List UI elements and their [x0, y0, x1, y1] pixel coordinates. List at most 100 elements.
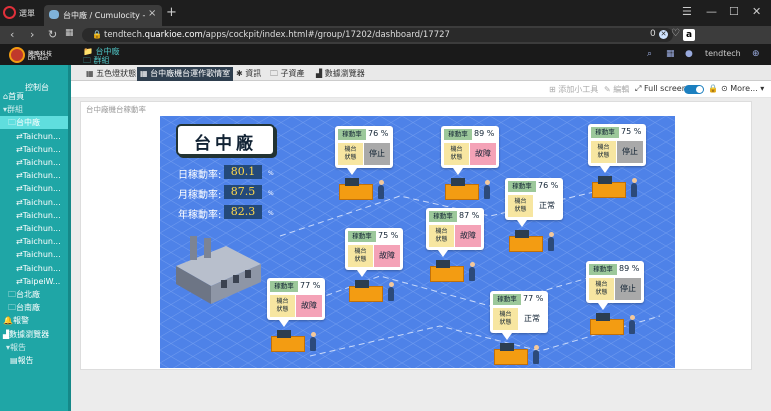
machine-body — [494, 349, 528, 365]
sidebar-item-12[interactable]: ⇄Taichun... — [0, 248, 71, 261]
sidebar-item-5[interactable]: ⇄Taichun... — [0, 156, 71, 169]
more-button[interactable]: ⊙ More... ▾ — [721, 84, 764, 93]
sidebar-item-18[interactable]: ▟數據瀏覽器 — [0, 328, 71, 341]
plant-name: 台中廠 — [194, 134, 257, 154]
tab-close-icon[interactable]: × — [148, 8, 156, 19]
heart-icon[interactable]: ♡ — [671, 28, 680, 39]
card-pointer — [453, 168, 463, 175]
browser-menu-label[interactable]: 選單 — [19, 8, 35, 19]
status-label: 機台 狀態 — [270, 295, 295, 317]
sidebar-item-label: 群組 — [7, 105, 24, 115]
machine-card[interactable]: 稼動率 87 % 機台 狀態 故障 — [426, 208, 484, 250]
grid-icon: ▦ — [86, 69, 97, 78]
card-pointer — [502, 333, 512, 340]
machine-card[interactable]: 稼動率 75 % 機台 狀態 停止 — [588, 124, 646, 166]
add-widget-button[interactable]: ⊞ 添加小工具 — [549, 84, 598, 95]
minimize-icon[interactable]: — — [706, 5, 717, 18]
username[interactable]: tendtech — [705, 49, 741, 58]
sidebar-item-1[interactable]: ▾群組 — [0, 103, 71, 116]
machine-card[interactable]: 稼動率 75 % 機台 狀態 故障 — [345, 228, 403, 270]
sidebar-item-label: Taichun... — [22, 144, 61, 154]
fullscreen-button[interactable]: ⤢ Full screen — [635, 84, 687, 94]
worker-icon — [548, 237, 554, 251]
machine-rate: 76 % — [538, 181, 559, 190]
sidebar-item-label: 報警 — [12, 316, 29, 326]
sidebar-item-15[interactable]: 🗀台北廠 — [0, 288, 71, 301]
card-header: 稼動率 — [429, 211, 457, 222]
help-icon[interactable]: ⊕ — [752, 49, 760, 59]
tab-data-explorer[interactable]: ▟ 數據瀏覽器 — [313, 67, 368, 81]
card-header: 稼動率 — [589, 264, 617, 275]
tab-status-lights[interactable]: ▦ 五色燈狀態 — [83, 67, 139, 81]
opera-logo-icon[interactable] — [3, 6, 16, 19]
sidebar-item-13[interactable]: ⇄Taichun... — [0, 262, 71, 275]
machine-card[interactable]: 稼動率 76 % 機台 狀態 停止 — [335, 126, 393, 168]
sidebar-item-3[interactable]: ⇄Taichun... — [0, 130, 71, 143]
dashboard-tab-strip: ▦ 五色燈狀態 ▦ 台中廠機台運作歌情室 ✱ 資訊 🗀 子資產 ▟ 數據瀏覽器 — [71, 65, 771, 81]
grid-icon: ▦ — [140, 69, 151, 78]
machine-body — [509, 236, 543, 252]
status-label: 機台 狀態 — [429, 225, 454, 247]
window-close-icon[interactable]: ✕ — [752, 5, 761, 18]
search-icon[interactable]: ⌕ — [647, 49, 652, 59]
back-icon[interactable]: ‹ — [10, 28, 14, 41]
browser-tab[interactable]: 台中廠 / Cumulocity - Co × — [44, 5, 162, 26]
device-icon: ⇄ — [16, 171, 23, 181]
sidebar-item-label: 數據瀏覽器 — [9, 329, 50, 339]
tab-child-assets[interactable]: 🗀 子資產 — [267, 67, 308, 81]
tab-menu-icon[interactable]: ☰ — [682, 5, 692, 18]
card-header: 稼動率 — [508, 181, 536, 192]
tab-info[interactable]: ✱ 資訊 — [233, 67, 264, 81]
sidebar-item-label: Taichun... — [22, 224, 61, 233]
amazon-extension-icon[interactable]: a — [683, 29, 695, 41]
folder-icon: 🗀 — [8, 118, 16, 128]
edit-button[interactable]: ✎ 編輯 — [604, 84, 629, 95]
machine-card[interactable]: 稼動率 89 % 機台 狀態 故障 — [441, 126, 499, 168]
sidebar-item-16[interactable]: 🗀台南廠 — [0, 301, 71, 314]
sidebar-item-7[interactable]: ⇄Taichun... — [0, 182, 71, 195]
card-header: 稼動率 — [348, 231, 376, 242]
worker-icon — [629, 320, 635, 334]
sidebar-item-11[interactable]: ⇄Taichun... — [0, 235, 71, 248]
machine-card[interactable]: 稼動率 77 % 機台 狀態 故障 — [267, 278, 325, 320]
status-badge: 故障 — [470, 143, 496, 165]
logo-subtext: DH Tech — [28, 56, 49, 62]
sidebar-item-9[interactable]: ⇄Taichun... — [0, 209, 71, 222]
sidebar-item-8[interactable]: ⇄Taichun... — [0, 196, 71, 209]
machine-card[interactable]: 稼動率 76 % 機台 狀態 正常 — [505, 178, 563, 220]
forward-icon[interactable]: › — [30, 28, 34, 41]
sidebar-item-label: Taichun... — [22, 171, 61, 181]
sidebar-item-10[interactable]: ⇄Taichun... — [0, 222, 71, 235]
gear-icon: ✱ — [236, 69, 246, 78]
url-field[interactable]: 🔒 tendtech.quarkioe.com/apps/cockpit/ind… — [82, 28, 680, 42]
url-text: tendtech.quarkioe.com/apps/cockpit/index… — [104, 30, 450, 40]
machine-card[interactable]: 稼動率 89 % 機台 狀態 停止 — [586, 261, 644, 303]
lock-toggle[interactable] — [684, 85, 704, 94]
maximize-icon[interactable]: ☐ — [729, 5, 739, 18]
sidebar-item-19[interactable]: ▾報告 — [0, 341, 71, 354]
card-pointer — [600, 166, 610, 173]
apps-grid-icon[interactable]: ▦ — [666, 49, 675, 59]
sidebar-item-0[interactable]: ⌂首頁 — [0, 90, 71, 103]
sidebar-item-14[interactable]: ⇄TaipeiW... — [0, 275, 71, 288]
sidebar-item-20[interactable]: ▤報告 — [0, 354, 71, 367]
device-icon: ⇄ — [16, 197, 23, 207]
tab-machine-room[interactable]: ▦ 台中廠機台運作歌情室 — [137, 67, 234, 81]
status-badge: 停止 — [617, 141, 643, 163]
sidebar-item-17[interactable]: 🔔報警 — [0, 314, 71, 327]
card-pointer — [357, 270, 367, 277]
speed-dial-icon[interactable]: ▦ — [65, 28, 74, 38]
sidebar-item-6[interactable]: ⇄Taichun... — [0, 169, 71, 182]
adblock-icon[interactable]: ✕ — [659, 30, 668, 39]
new-tab-button[interactable]: + — [166, 5, 177, 20]
sidebar-item-2[interactable]: 🗀台中廠 — [0, 116, 71, 130]
reload-icon[interactable]: ↻ — [48, 28, 57, 41]
machine-panel — [598, 176, 612, 184]
sidebar-item-label: 台中廠 — [16, 118, 40, 128]
machine-card[interactable]: 稼動率 77 % 機台 狀態 正常 — [490, 291, 548, 333]
sidebar-item-4[interactable]: ⇄Taichun... — [0, 143, 71, 156]
card-pointer — [347, 168, 357, 175]
machine-panel — [500, 343, 514, 351]
device-icon: ⇄ — [16, 210, 23, 220]
user-icon[interactable]: ● — [685, 49, 693, 59]
